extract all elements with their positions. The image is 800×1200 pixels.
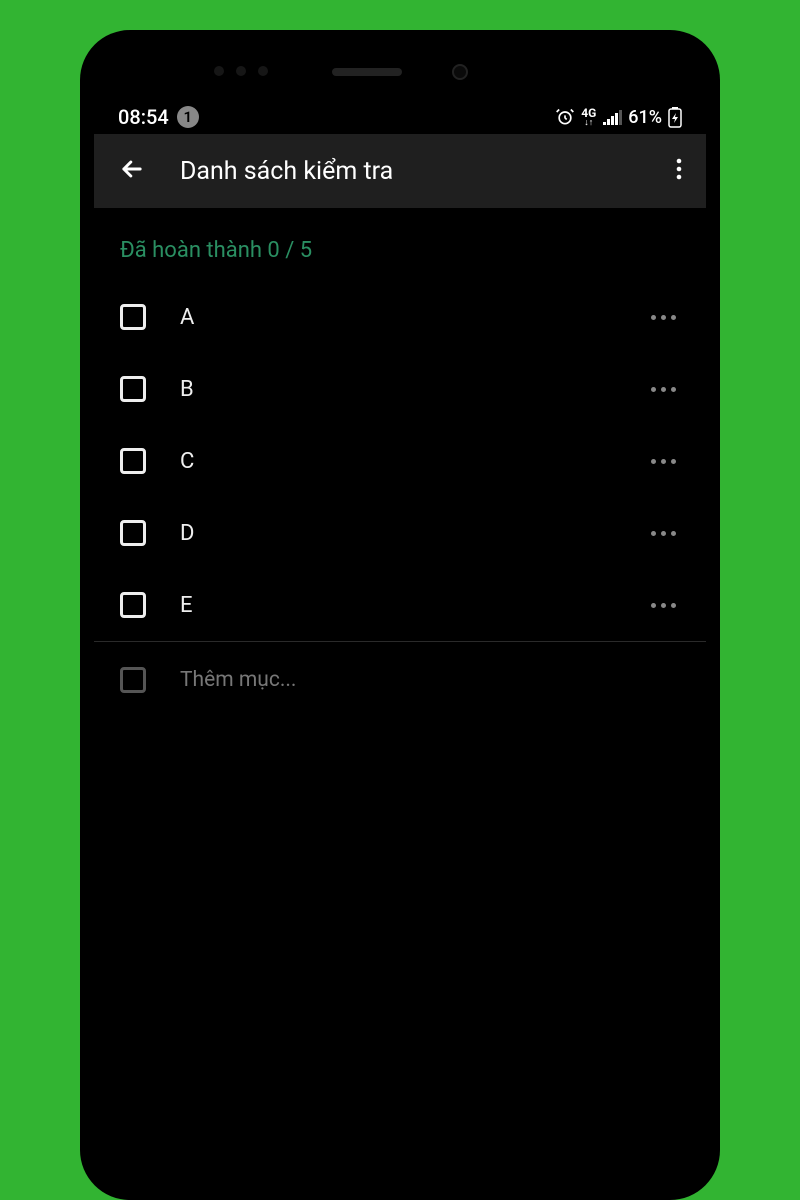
list-item[interactable]: E (120, 569, 680, 641)
checkbox-icon[interactable] (120, 376, 146, 402)
checkbox-icon[interactable] (120, 448, 146, 474)
list-item[interactable]: A (120, 281, 680, 353)
item-label[interactable]: A (180, 305, 617, 330)
item-more-icon[interactable] (651, 387, 680, 392)
item-more-icon[interactable] (651, 459, 680, 464)
list-item[interactable]: C (120, 425, 680, 497)
checkbox-icon[interactable] (120, 592, 146, 618)
battery-charging-icon (668, 106, 682, 128)
item-label[interactable]: C (180, 449, 617, 474)
network-4g-icon: 4G ↓↑ (581, 107, 596, 128)
item-more-icon[interactable] (651, 531, 680, 536)
status-bar: 08:54 1 4G ↓↑ 61% (94, 100, 706, 134)
checkbox-icon[interactable] (120, 304, 146, 330)
item-label[interactable]: E (180, 593, 617, 618)
signal-icon (602, 108, 622, 126)
overflow-menu-icon[interactable] (676, 157, 682, 185)
back-arrow-icon[interactable] (118, 155, 146, 187)
progress-text: Đã hoàn thành 0 / 5 (120, 208, 680, 281)
notification-count-badge: 1 (177, 106, 199, 128)
checkbox-disabled-icon (120, 667, 146, 693)
item-label[interactable]: D (180, 521, 617, 546)
app-header: Danh sách kiểm tra (94, 134, 706, 208)
list-item[interactable]: B (120, 353, 680, 425)
item-more-icon[interactable] (651, 603, 680, 608)
alarm-icon (555, 107, 575, 127)
page-title: Danh sách kiểm tra (180, 157, 642, 186)
item-label[interactable]: B (180, 377, 617, 402)
list-item[interactable]: D (120, 497, 680, 569)
add-item-placeholder[interactable]: Thêm mục... (180, 668, 296, 692)
battery-percent: 61% (628, 107, 662, 128)
status-time: 08:54 (118, 105, 169, 129)
item-more-icon[interactable] (651, 315, 680, 320)
phone-hardware-top (94, 44, 706, 100)
add-item-row[interactable]: Thêm mục... (120, 642, 680, 714)
checkbox-icon[interactable] (120, 520, 146, 546)
